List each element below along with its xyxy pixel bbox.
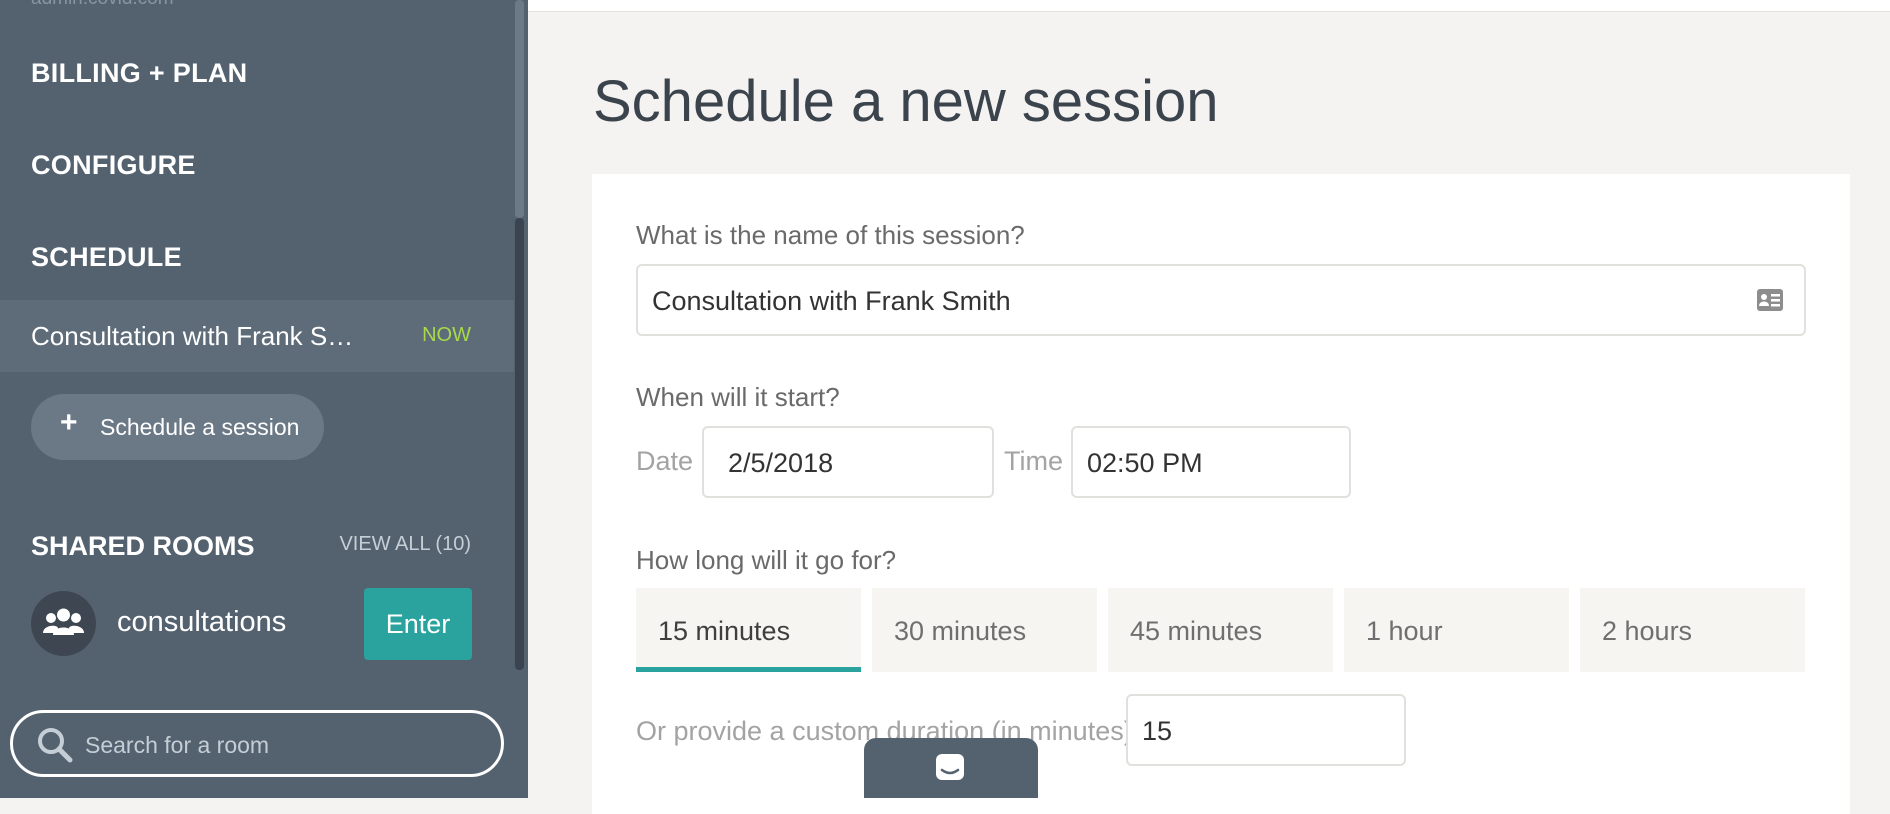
nav-configure[interactable]: CONFIGURE <box>31 150 196 181</box>
session-name-question: What is the name of this session? <box>636 220 1025 250</box>
session-name-input[interactable] <box>650 282 1734 320</box>
shared-rooms-heading: SHARED ROOMS <box>31 531 255 561</box>
plus-icon: + <box>60 406 78 439</box>
nav-schedule[interactable]: SCHEDULE <box>31 242 182 273</box>
date-input[interactable] <box>726 444 990 482</box>
view-all-rooms-link[interactable]: VIEW ALL (10) <box>339 533 471 556</box>
page-title: Schedule a new session <box>593 69 1219 134</box>
session-name-field[interactable] <box>636 264 1806 336</box>
duration-option-30-minutes[interactable]: 30 minutes <box>872 588 1097 672</box>
enter-room-button[interactable]: Enter <box>364 588 472 660</box>
time-label: Time <box>1004 446 1063 476</box>
duration-option-1-hour[interactable]: 1 hour <box>1344 588 1569 672</box>
search-icon <box>38 728 73 763</box>
current-session-item[interactable]: Consultation with Frank Smith NOW <box>0 300 514 372</box>
schedule-form-card: What is the name of this session? When w… <box>592 174 1850 814</box>
room-search-box[interactable] <box>10 710 504 777</box>
contact-card-icon[interactable] <box>1756 288 1784 312</box>
custom-duration-input[interactable] <box>1140 712 1394 750</box>
nav-billing-plan[interactable]: BILLING + PLAN <box>31 58 247 89</box>
group-icon <box>31 591 96 656</box>
chat-tab[interactable] <box>864 738 1038 798</box>
date-field[interactable] <box>702 426 994 498</box>
chat-icon <box>936 754 964 780</box>
room-name-consultations[interactable]: consultations <box>117 606 286 639</box>
sidebar-cut-text: admin.covid.com <box>31 0 174 10</box>
date-label: Date <box>636 446 694 476</box>
start-question: When will it start? <box>636 382 840 412</box>
custom-duration-field[interactable] <box>1126 694 1406 766</box>
duration-option-2-hours[interactable]: 2 hours <box>1580 588 1805 672</box>
duration-option-45-minutes[interactable]: 45 minutes <box>1108 588 1333 672</box>
schedule-session-button[interactable]: + Schedule a session <box>31 394 324 460</box>
sidebar-scrollbar-upper <box>515 0 524 218</box>
duration-question: How long will it go for? <box>636 545 897 575</box>
top-bar <box>528 0 1890 12</box>
time-input[interactable] <box>1085 444 1339 482</box>
sidebar-scrollbar-thumb[interactable] <box>515 218 524 670</box>
current-session-label: Consultation with Frank Smith <box>31 321 361 351</box>
schedule-session-label: Schedule a session <box>100 414 300 440</box>
now-badge: NOW <box>422 324 471 346</box>
time-field[interactable] <box>1071 426 1351 498</box>
duration-option-15-minutes[interactable]: 15 minutes <box>636 588 861 672</box>
sidebar: admin.covid.com BILLING + PLAN CONFIGURE… <box>0 0 528 798</box>
room-search-input[interactable] <box>83 727 487 763</box>
